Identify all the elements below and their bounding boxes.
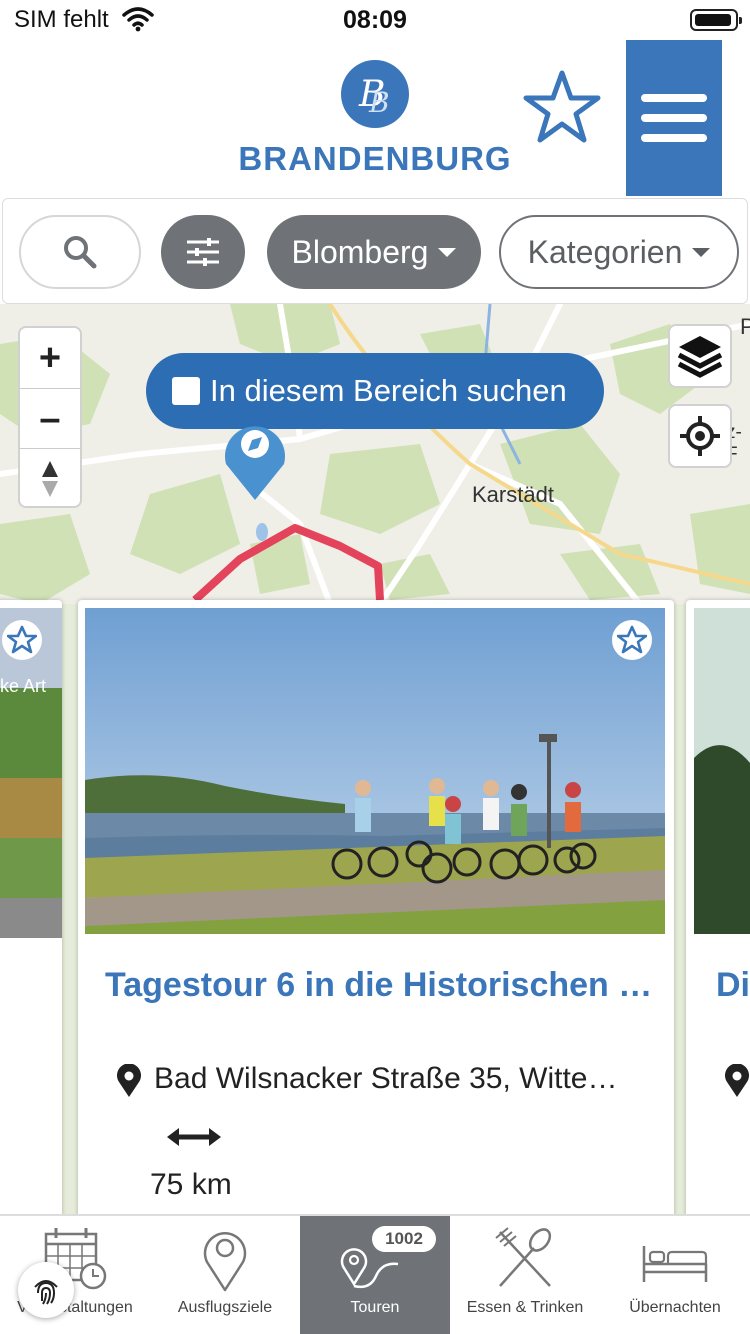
tour-card-previous[interactable]: ke Art [0,600,62,1220]
location-pin-icon [203,1232,247,1292]
tab-label: Touren [350,1299,400,1316]
tab-ausflugsziele[interactable]: Ausflugsziele [150,1216,300,1334]
menu-button[interactable] [626,40,722,196]
status-bar: SIM fehlt 08:09 [0,0,750,40]
search-this-area-button[interactable]: In diesem Bereich suchen [146,353,604,429]
app-header: B B BRANDENBURG [0,40,750,196]
filter-settings-button[interactable] [161,215,245,289]
location-pin-icon [117,1064,141,1097]
tour-card-previous-photo [0,608,62,938]
tab-label: Übernachten [629,1299,721,1316]
fingerprint-button[interactable] [18,1262,74,1318]
tour-card-previous-label: ke Art [0,676,47,696]
tour-card-title[interactable]: Tagestour 6 in die Historischen Städte [105,966,655,1005]
locate-me-button[interactable] [668,404,732,468]
fork-spoon-icon [495,1227,552,1287]
fingerprint-icon [34,1280,58,1305]
tour-card-next[interactable]: Di [686,600,750,1220]
tab-label: Essen & Trinken [466,1299,584,1316]
search-button[interactable] [19,215,141,289]
zoom-out-button[interactable]: – [20,389,80,449]
favorite-star-icon[interactable] [2,620,42,660]
crosshair-icon [680,416,720,456]
favorites-star-icon[interactable] [522,68,602,146]
category-dropdown-label: Kategorien [527,233,683,270]
zoom-control: + – [18,326,82,508]
north-arrow-icon [42,461,58,497]
battery-icon [690,9,742,31]
tour-card-next-title[interactable]: Di [716,966,750,1005]
layers-icon [677,336,723,378]
tour-card[interactable]: Tagestour 6 in die Historischen Städte B… [78,600,674,1220]
map-layers-button[interactable] [668,324,732,388]
brandenburg-logo-icon[interactable]: B B [341,60,409,128]
tab-uebernachten[interactable]: Übernachten [600,1216,750,1334]
location-dropdown[interactable]: Blomberg [267,215,481,289]
tab-touren[interactable]: 1002 Touren [300,1216,450,1334]
filter-bar: Blomberg Kategorien [2,198,748,304]
tour-map-pin-icon[interactable] [214,422,296,502]
compass-reset-button[interactable] [20,449,80,509]
chevron-down-icon [438,247,457,257]
search-area-checkbox[interactable] [172,377,200,405]
search-icon [64,236,97,269]
sliders-icon [187,238,219,266]
clock: 08:09 [343,6,407,34]
map-edge-label: P [740,314,750,339]
location-dropdown-label: Blomberg [291,233,429,270]
tab-essen-trinken[interactable]: Essen & Trinken [450,1216,600,1334]
map-place-label: Karstädt [472,482,554,507]
location-pin-icon [725,1064,749,1097]
tour-card-distance: 75 km [150,1168,232,1201]
category-dropdown[interactable]: Kategorien [499,215,739,289]
svg-text:B: B [368,86,390,119]
tour-card-address: Bad Wilsnacker Straße 35, Wittenberge [154,1062,634,1095]
bed-icon [642,1246,708,1282]
app-screen: SIM fehlt 08:09 B B BRANDENBURG Blomberg… [0,0,750,1334]
tour-card-photo [85,608,665,934]
favorite-star-icon[interactable] [612,620,652,660]
chevron-down-icon [692,247,711,257]
tour-card-next-photo [694,608,750,934]
bottom-tab-bar: Veranstaltungen Ausflugsziele 1002 Toure… [0,1214,750,1334]
logo-text[interactable]: BRANDENBURG [230,140,520,178]
distance-arrows-icon [167,1128,221,1146]
tab-label: Ausflugsziele [177,1299,273,1316]
search-area-label: In diesem Bereich suchen [210,373,567,408]
zoom-in-button[interactable]: + [20,328,80,388]
tours-count-badge: 1002 [372,1226,436,1252]
